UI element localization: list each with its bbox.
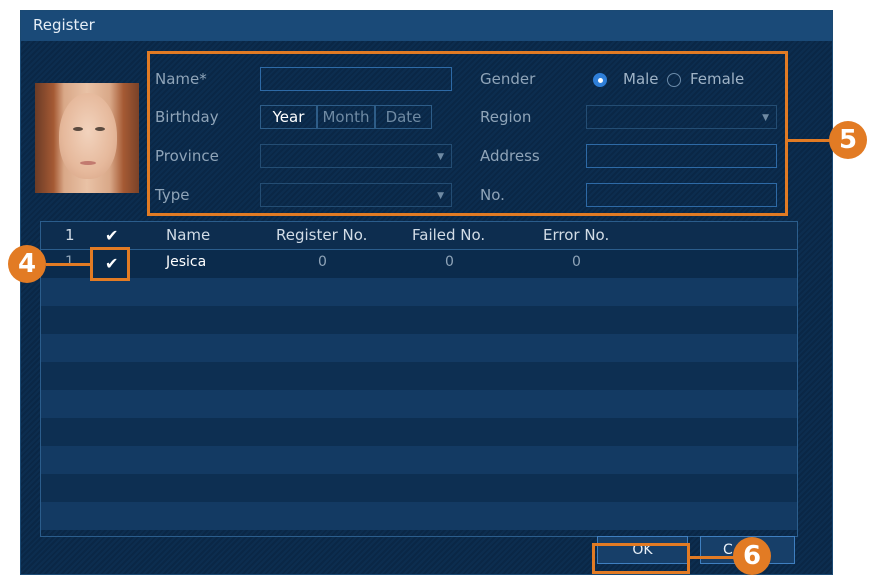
row-error-no: 0 [572, 254, 581, 270]
ok-highlight-box [592, 543, 690, 574]
header-name: Name [166, 226, 211, 244]
callout-line-5 [786, 139, 830, 142]
callout-badge-6: 6 [733, 537, 771, 575]
header-index: 1 [65, 226, 75, 244]
select-all-checkbox[interactable]: ✔ [105, 226, 118, 245]
row-register-no: 0 [318, 254, 327, 270]
table-header: 1 ✔ Name Register No. Failed No. Error N… [41, 222, 797, 250]
callout-line-6 [688, 556, 736, 559]
row-name: Jesica [166, 254, 207, 270]
checkbox-highlight-box [90, 247, 130, 281]
form-highlight-box [147, 51, 788, 216]
table-row[interactable]: 1 ✔ Jesica 0 0 0 [41, 250, 797, 278]
header-error-no: Error No. [543, 226, 610, 244]
dialog-titlebar: Register [21, 11, 832, 41]
callout-badge-5: 5 [829, 121, 867, 159]
row-failed-no: 0 [445, 254, 454, 270]
register-table: 1 ✔ Name Register No. Failed No. Error N… [40, 221, 798, 537]
face-photo [35, 83, 139, 193]
callout-badge-4: 4 [8, 245, 46, 283]
dialog-title: Register [33, 16, 95, 34]
callout-line-4 [46, 263, 91, 266]
row-index: 1 [65, 254, 74, 270]
header-failed-no: Failed No. [412, 226, 486, 244]
header-register-no: Register No. [276, 226, 368, 244]
